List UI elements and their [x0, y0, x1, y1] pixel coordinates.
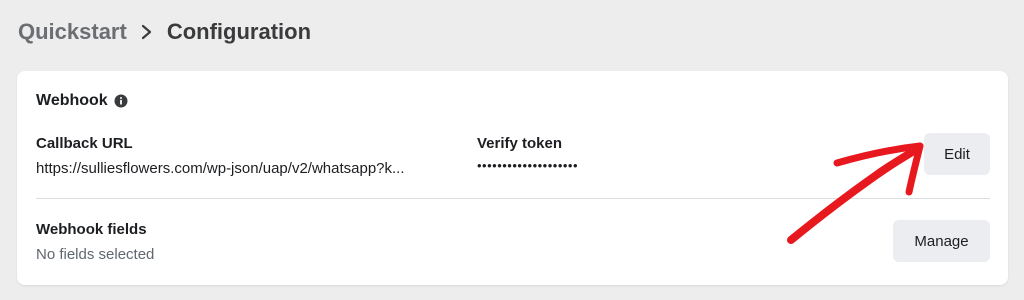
section-divider — [36, 198, 990, 199]
webhook-title: Webhook — [36, 92, 108, 109]
info-icon[interactable] — [114, 94, 128, 108]
page-title: Configuration — [166, 19, 312, 44]
callback-url-label: Callback URL — [36, 135, 133, 152]
chevron-right-icon — [139, 22, 155, 42]
verify-token-label: Verify token — [477, 135, 563, 152]
verify-token-value: •••••••••••••••••••• — [477, 158, 579, 173]
manage-button[interactable]: Manage — [893, 220, 990, 262]
edit-button[interactable]: Edit — [924, 133, 990, 175]
webhook-fields-status: No fields selected — [36, 246, 155, 263]
breadcrumb: Quickstart Configuration — [18, 17, 311, 47]
webhook-fields-title: Webhook fields — [36, 221, 147, 238]
callback-url-value: https://sulliesflowers.com/wp-json/uap/v… — [36, 160, 405, 177]
webhook-configuration-card: Webhook Callback URL https://sulliesflow… — [17, 71, 1008, 285]
webhook-section-header: Webhook — [36, 92, 128, 110]
breadcrumb-quickstart-link[interactable]: Quickstart — [18, 19, 127, 45]
